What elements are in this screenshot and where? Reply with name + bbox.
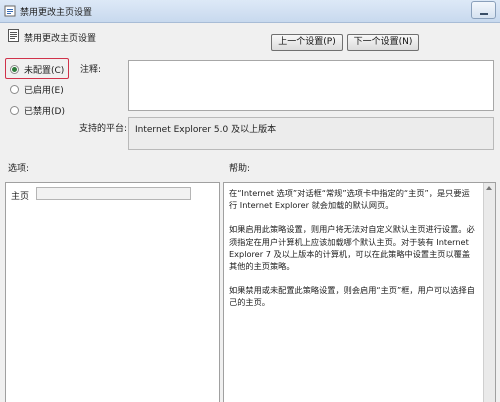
next-setting-button[interactable]: 下一个设置(N) — [347, 34, 419, 51]
help-paragraph: 如果启用此策略设置，则用户将无法对自定义默认主页进行设置。必须指定在用户计算机上… — [229, 224, 475, 272]
help-paragraph: 如果禁用或未配置此策略设置，则会启用“主页”框，用户可以选择自己的主页。 — [229, 285, 475, 308]
help-pane: 在“Internet 选项”对话框“常规”选项卡中指定的“主页”，是只要运行 I… — [223, 182, 496, 402]
radio-button[interactable] — [10, 84, 19, 94]
policy-setting-icon — [4, 5, 16, 17]
radio-not-configured[interactable]: 未配置(C) — [10, 62, 64, 76]
scroll-up-icon[interactable] — [486, 186, 492, 190]
supported-platform-field: Internet Explorer 5.0 及以上版本 — [128, 117, 494, 150]
title-bar: 禁用更改主页设置 — [0, 0, 500, 23]
comment-textarea[interactable] — [128, 60, 494, 111]
options-pane: 主页 — [5, 182, 220, 402]
supported-platform-label: 支持的平台: — [79, 124, 128, 134]
minimize-button[interactable] — [471, 1, 496, 19]
policy-document-icon — [8, 29, 19, 42]
home-page-input[interactable] — [36, 187, 191, 200]
radio-disabled[interactable]: 已禁用(D) — [10, 103, 65, 117]
radio-label: 已禁用(D) — [24, 106, 65, 117]
radio-button[interactable] — [10, 64, 19, 74]
radio-label: 未配置(C) — [24, 65, 65, 76]
policy-title: 禁用更改主页设置 — [24, 34, 97, 44]
radio-button[interactable] — [10, 105, 19, 115]
home-page-label: 主页 — [11, 192, 30, 202]
previous-setting-button[interactable]: 上一个设置(P) — [271, 34, 343, 51]
help-paragraph: 在“Internet 选项”对话框“常规”选项卡中指定的“主页”，是只要运行 I… — [229, 188, 470, 211]
supported-platform-value: Internet Explorer 5.0 及以上版本 — [135, 125, 277, 135]
radio-label: 已启用(E) — [24, 85, 64, 96]
help-scrollbar[interactable] — [483, 183, 495, 402]
options-label: 选项: — [8, 164, 30, 174]
window-title: 禁用更改主页设置 — [20, 8, 93, 18]
radio-enabled[interactable]: 已启用(E) — [10, 82, 64, 96]
help-label: 帮助: — [229, 164, 251, 174]
help-text: 在“Internet 选项”对话框“常规”选项卡中指定的“主页”，是只要运行 I… — [229, 187, 477, 321]
comment-label: 注释: — [80, 65, 102, 75]
